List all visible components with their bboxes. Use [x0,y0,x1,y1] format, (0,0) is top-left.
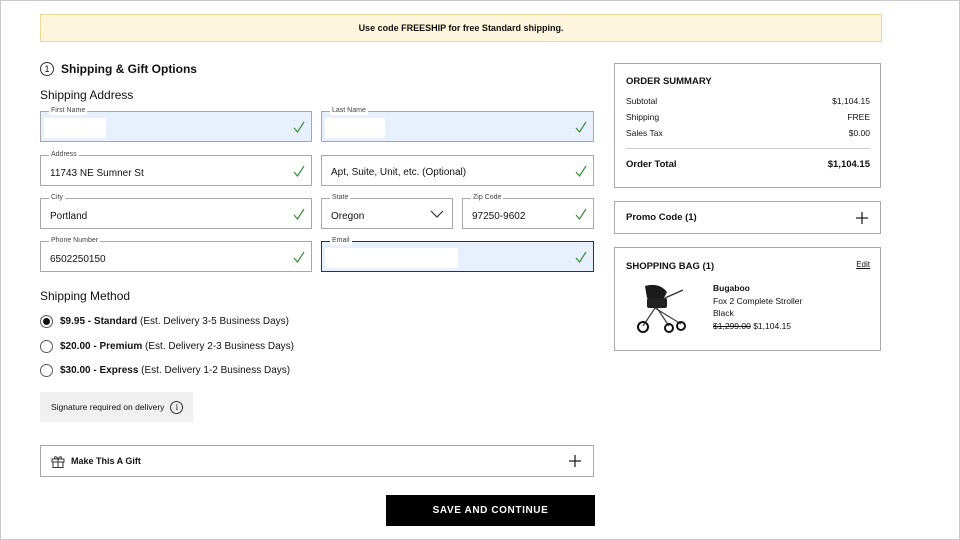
check-icon [293,251,305,263]
radio-selected-dot [43,318,50,325]
bag-item-brand: Bugaboo [713,283,750,293]
gift-icon [51,455,65,468]
phone-label: Phone Number [49,237,101,245]
city-label: City [49,194,66,202]
summary-value: $0.00 [848,128,870,138]
zip-code-label: Zip Code [471,194,504,202]
email-field[interactable]: Email [321,237,594,272]
shipping-option-price: $20.00 - Premium [60,341,143,352]
shipping-option-detail: (Est. Delivery 3-5 Business Days) [137,316,289,327]
summary-rows: Subtotal $1,104.15 Shipping FREE Sales Tax… [626,96,870,138]
promo-banner-text: Use code FREESHIP for free Standard ship… [358,23,564,33]
shipping-option-detail: (Est. Delivery 1-2 Business Days) [138,365,291,376]
address-label: Address [49,151,79,159]
summary-label: Sales Tax [626,128,663,138]
state-select[interactable]: State Oregon [321,194,453,229]
gift-label: Make This A Gift [71,456,141,466]
apt-placeholder: Apt, Suite, Unit, etc. (Optional) [331,167,467,178]
state-value: Oregon [331,211,365,222]
shipping-address-heading: Shipping Address [40,88,134,102]
shipping-option-price: $9.95 - Standard [60,316,138,327]
step-number: 1 [40,62,54,76]
summary-row-tax: Sales Tax $0.00 [626,128,870,138]
first-name-label: First Name [49,107,88,115]
signature-notice: Signature required on delivery i [40,392,193,422]
redacted-value [325,248,458,268]
bag-item-prices: $1,299.00 $1,104.15 [713,320,802,333]
order-total-label: Order Total [626,159,677,170]
order-total-value: $1,104.15 [827,159,870,170]
shipping-option-express[interactable]: $30.00 - Express (Est. Delivery 1-2 Busi… [40,364,290,377]
signature-text: Signature required on delivery [51,402,165,412]
check-icon [293,208,305,220]
shipping-option-detail: (Est. Delivery 2-3 Business Days) [142,341,294,352]
promo-banner: Use code FREESHIP for free Standard ship… [40,14,882,42]
check-icon [575,251,587,263]
check-icon [293,165,305,177]
info-icon[interactable]: i [170,400,184,414]
check-icon [575,208,587,220]
state-label: State [330,194,351,202]
apt-field[interactable]: Apt, Suite, Unit, etc. (Optional) [321,155,594,186]
zip-code-value: 97250-9602 [472,211,526,222]
promo-code-label: Promo Code (1) [626,212,697,223]
summary-divider: Order Total $1,104.15 [626,148,870,170]
summary-value: FREE [847,112,870,122]
bag-item-sale-price: $1,104.15 [753,320,792,331]
address-field[interactable]: Address 11743 NE Sumner St [40,151,312,186]
city-field[interactable]: City Portland [40,194,312,229]
city-value: Portland [50,211,88,222]
check-icon [575,121,587,133]
order-summary-panel: ORDER SUMMARY Subtotal $1,104.15 Shipping… [614,63,881,188]
plus-icon[interactable] [856,212,868,224]
phone-value: 6502250150 [50,254,106,265]
redacted-value [325,118,385,138]
address-value: 11743 NE Sumner St [50,168,144,179]
make-gift-toggle[interactable]: Make This A Gift [40,445,594,477]
chevron-down-icon [430,210,444,218]
summary-value: $1,104.15 [832,96,870,106]
edit-bag-link[interactable]: Edit [856,260,870,269]
shipping-option-premium[interactable]: $20.00 - Premium (Est. Delivery 2-3 Busi… [40,340,294,353]
section-title: Shipping & Gift Options [61,62,197,76]
shopping-bag-panel: SHOPPING BAG (1) Edit Bugaboo Fox 2 Comp… [614,247,881,351]
promo-code-toggle[interactable]: Promo Code (1) [614,201,881,234]
summary-label: Subtotal [626,96,658,106]
zip-code-field[interactable]: Zip Code 97250-9602 [462,194,594,229]
bag-item: Bugaboo Fox 2 Complete Stroller Black $1… [625,282,802,334]
bag-item-color: Black [713,308,734,318]
shipping-option-standard[interactable]: $9.95 - Standard (Est. Delivery 3-5 Busi… [40,315,289,328]
bag-item-original-price: $1,299.00 [713,320,751,331]
summary-label: Shipping [626,112,660,122]
first-name-field[interactable]: First Name [40,107,312,142]
order-summary-title: ORDER SUMMARY [626,76,712,87]
last-name-label: Last Name [330,107,368,115]
email-label: Email [330,237,352,245]
redacted-value [44,118,106,138]
check-icon [575,165,587,177]
summary-row-subtotal: Subtotal $1,104.15 [626,96,870,106]
summary-row-shipping: Shipping FREE [626,112,870,122]
save-and-continue-button[interactable]: SAVE AND CONTINUE [386,495,595,526]
plus-icon[interactable] [569,455,581,467]
check-icon [293,121,305,133]
order-total-row: Order Total $1,104.15 [626,159,870,170]
shipping-option-price: $30.00 - Express [60,365,139,376]
shopping-bag-title: SHOPPING BAG (1) [626,261,715,272]
stroller-image [637,284,686,333]
section-header: 1 Shipping & Gift Options [40,62,197,76]
phone-field[interactable]: Phone Number 6502250150 [40,237,312,272]
bag-item-name: Fox 2 Complete Stroller [713,295,803,306]
radio-button[interactable] [40,364,53,377]
bag-item-details: Bugaboo Fox 2 Complete Stroller Black $1… [713,282,802,334]
shipping-method-heading: Shipping Method [40,289,131,303]
radio-button[interactable] [40,340,53,353]
last-name-field[interactable]: Last Name [321,107,594,142]
radio-button[interactable] [40,315,53,328]
